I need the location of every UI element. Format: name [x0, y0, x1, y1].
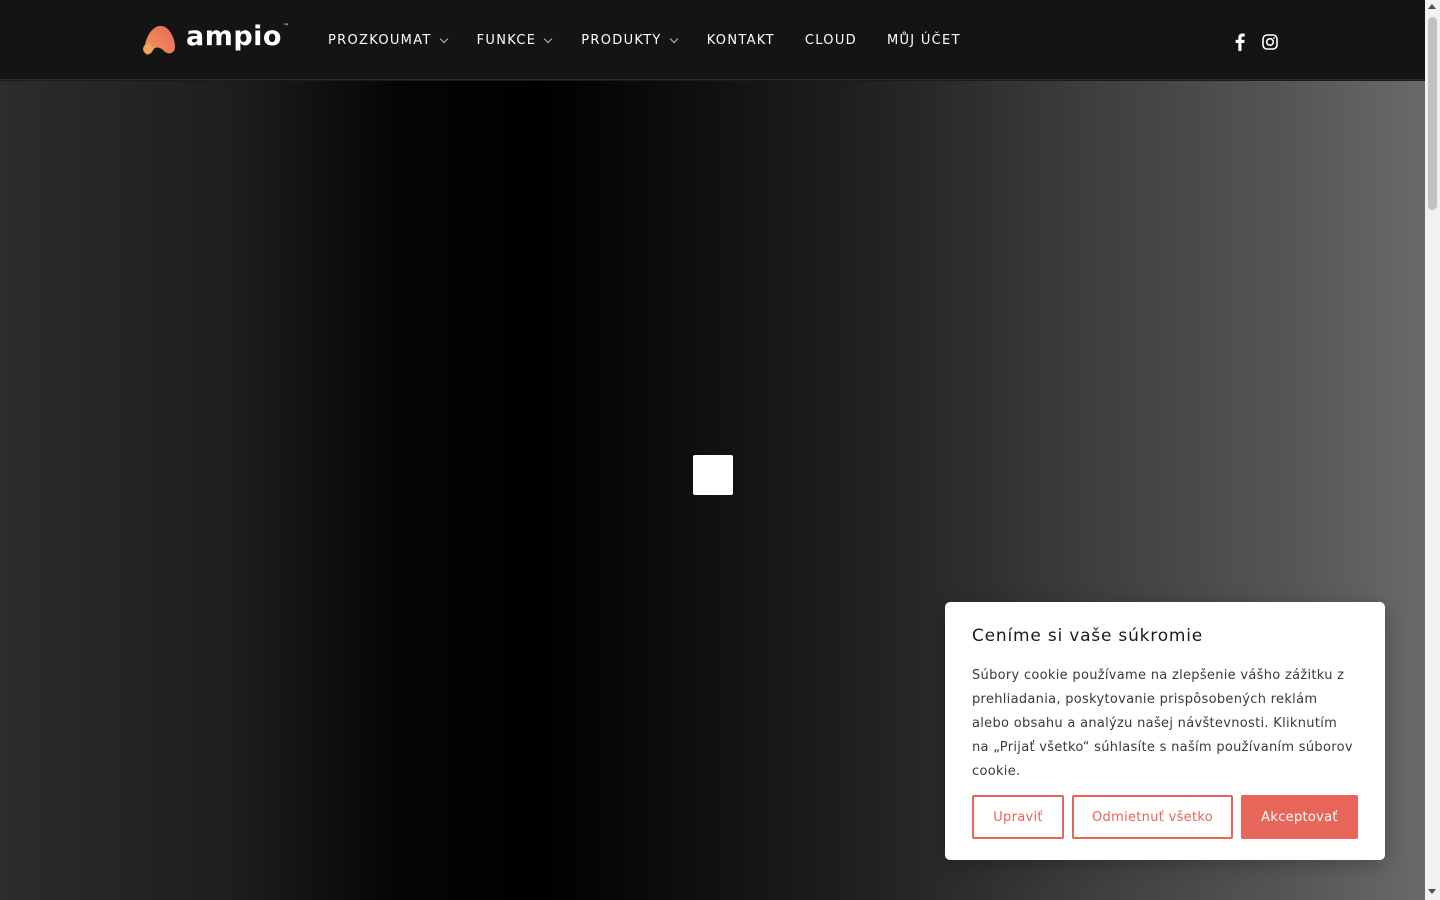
nav-item-prozkoumat[interactable]: PROZKOUMAT: [328, 32, 448, 48]
facebook-link[interactable]: [1230, 32, 1250, 52]
cookie-title: Ceníme si vaše súkromie: [972, 626, 1204, 646]
play-icon[interactable]: [693, 455, 733, 495]
chevron-down-icon: [439, 34, 448, 44]
cookie-consent-banner: Ceníme si vaše súkromie Súbory cookie po…: [945, 602, 1385, 860]
accept-cookies-button[interactable]: Akceptovať: [1241, 795, 1358, 839]
nav-item-label: MŮJ ÚČET: [886, 32, 961, 48]
scroll-down-arrow-icon[interactable]: [1428, 889, 1436, 894]
nav-item-cloud[interactable]: CLOUD: [805, 33, 857, 48]
scroll-up-arrow-icon[interactable]: [1428, 4, 1436, 9]
reject-all-cookies-button[interactable]: Odmietnuť všetko: [1072, 795, 1233, 839]
instagram-link[interactable]: [1260, 32, 1280, 52]
facebook-icon: [1235, 33, 1245, 51]
instagram-icon: [1262, 34, 1278, 50]
scrollbar-thumb[interactable]: [1428, 17, 1437, 210]
cookie-description: Súbory cookie používame na zlepšenie váš…: [972, 668, 1353, 779]
logo-wordmark: ampio: [186, 20, 282, 52]
ampio-logo[interactable]: ampio ™: [142, 20, 289, 56]
ampio-logo-mark-icon: [143, 25, 176, 55]
customize-cookies-button[interactable]: Upraviť: [972, 795, 1064, 839]
nav-item-muj-ucet[interactable]: MŮJ ÚČET: [887, 33, 961, 48]
main-navigation: PROZKOUMAT FUNKCE PRODUKTY KONTAKT CLOUD…: [328, 0, 991, 80]
cookie-buttons: Upraviť Odmietnuť všetko Akceptovať: [972, 795, 1358, 839]
nav-item-produkty[interactable]: PRODUKTY: [581, 32, 678, 48]
nav-item-label: KONTAKT: [706, 32, 775, 48]
page-scrollbar[interactable]: [1425, 0, 1440, 900]
chevron-down-icon: [544, 34, 553, 44]
nav-item-label: PROZKOUMAT: [328, 32, 432, 48]
chevron-down-icon: [669, 34, 678, 44]
trademark-symbol: ™: [283, 22, 289, 30]
nav-item-label: PRODUKTY: [581, 32, 662, 48]
nav-item-kontakt[interactable]: KONTAKT: [707, 33, 775, 48]
site-header: ampio ™ PROZKOUMAT FUNKCE PRODUKTY KONTA…: [0, 0, 1425, 80]
nav-item-funkce[interactable]: FUNKCE: [476, 32, 553, 48]
nav-item-label: CLOUD: [804, 32, 857, 48]
nav-item-label: FUNKCE: [476, 32, 537, 48]
